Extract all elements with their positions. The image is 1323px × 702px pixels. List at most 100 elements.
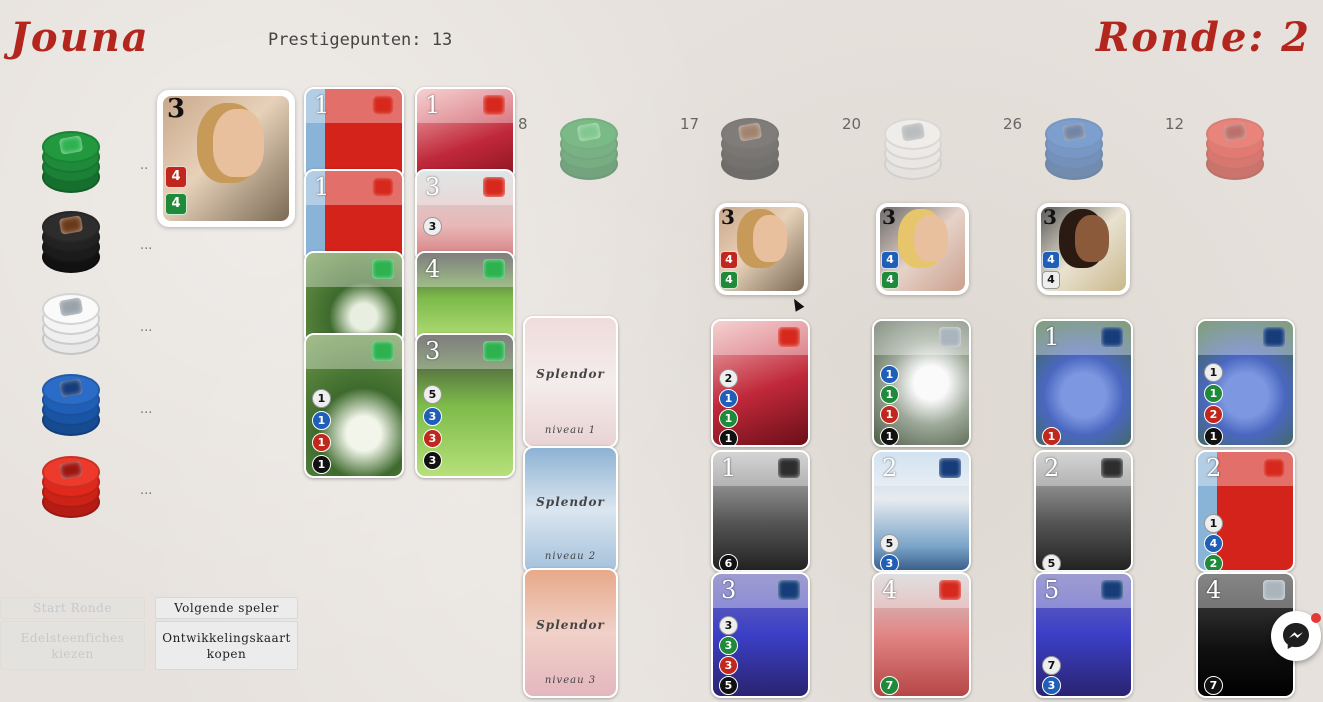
card-points: 1 <box>721 454 737 482</box>
market-card[interactable]: 1 6 <box>711 450 810 572</box>
emerald-bonus-icon <box>483 341 505 361</box>
player-card[interactable]: 1 1 1 1 <box>304 333 404 478</box>
deck-level: niveau 1 <box>544 425 597 436</box>
ruby-bonus-icon <box>939 580 961 600</box>
noble-cost-ruby: 4 <box>720 251 738 269</box>
player-card[interactable]: 1 <box>304 169 404 264</box>
cost-diamond: 1 <box>1204 363 1223 382</box>
card-points: 1 <box>314 91 330 119</box>
deck-title: Splendor <box>536 617 605 632</box>
ruby-bonus-icon <box>1263 458 1285 478</box>
deck-level-2[interactable]: Splendor niveau 2 <box>523 446 618 574</box>
noble-points: 3 <box>1043 205 1057 229</box>
card-points: 4 <box>1206 576 1222 604</box>
card-points: 1 <box>425 91 441 119</box>
noble-points: 3 <box>882 205 896 229</box>
cost-sapphire: 3 <box>1042 676 1061 695</box>
card-points: 3 <box>425 337 441 365</box>
player-card[interactable]: 3 5 3 3 3 <box>415 333 515 478</box>
emerald-supply-chip-icon[interactable] <box>560 112 620 182</box>
cost-ruby: 1 <box>880 405 899 424</box>
cost-onyx: 1 <box>880 427 899 445</box>
card-points: 2 <box>882 454 898 482</box>
player-card[interactable]: 1 <box>304 87 404 182</box>
prestige-label: Prestigepunten: <box>268 30 422 50</box>
sapphire-bonus-icon <box>1263 327 1285 347</box>
player-card[interactable]: 4 <box>415 251 515 346</box>
market-card[interactable]: 2 1 4 2 <box>1196 450 1295 572</box>
noble-card[interactable]: 3 4 4 <box>1037 203 1130 295</box>
card-points: 3 <box>425 173 441 201</box>
ruby-chip-icon <box>42 450 102 520</box>
market-card[interactable]: 3 3 3 3 5 <box>711 572 810 698</box>
cost-diamond: 7 <box>1042 656 1061 675</box>
noble-cost-emerald: 4 <box>720 271 738 289</box>
market-card[interactable]: 5 7 3 <box>1034 572 1133 698</box>
cost-sapphire: 3 <box>880 554 899 570</box>
noble-cost-sapphire: 4 <box>881 251 899 269</box>
player-card[interactable] <box>304 251 404 346</box>
start-round-button[interactable]: Start Ronde <box>0 597 145 619</box>
deck-level: niveau 2 <box>544 551 597 562</box>
market-card[interactable]: 4 7 <box>872 572 971 698</box>
emerald-chip-count: .. <box>140 158 149 173</box>
choose-gems-button[interactable]: Edelsteenfiches kiezen <box>0 621 145 670</box>
notification-dot <box>1311 613 1321 623</box>
onyx-chip-icon <box>42 205 102 275</box>
cost-sapphire: 1 <box>880 365 899 384</box>
deck-level-3[interactable]: Splendor niveau 3 <box>523 568 618 698</box>
noble-card[interactable]: 3 4 4 <box>876 203 969 295</box>
cost-onyx: 1 <box>312 455 331 474</box>
ruby-bonus-icon <box>372 177 394 197</box>
emerald-bonus-icon <box>483 259 505 279</box>
onyx-supply-chip-icon[interactable] <box>721 112 781 182</box>
deck-level-1[interactable]: Splendor niveau 1 <box>523 316 618 448</box>
messenger-icon[interactable] <box>1271 611 1321 661</box>
card-points: 4 <box>425 255 441 283</box>
deck-title: Splendor <box>536 495 605 510</box>
diamond-supply-chip-icon[interactable] <box>884 112 944 182</box>
cost-sapphire: 3 <box>423 407 442 426</box>
player-card[interactable]: 3 3 <box>415 169 515 264</box>
diamond-chip-icon <box>42 287 102 357</box>
sapphire-supply-chip-icon[interactable] <box>1045 112 1105 182</box>
cost-onyx: 1 <box>1204 427 1223 445</box>
player-card[interactable]: 1 <box>415 87 515 182</box>
market-card[interactable]: 2 5 3 <box>872 450 971 572</box>
cost-onyx: 7 <box>1204 676 1223 695</box>
emerald-chip-icon <box>42 125 102 195</box>
card-points: 5 <box>1044 576 1060 604</box>
cost-diamond: 3 <box>423 217 442 236</box>
market-card[interactable]: 1 1 1 1 <box>872 319 971 447</box>
noble-cost-sapphire: 4 <box>1042 251 1060 269</box>
round-label: Ronde: <box>1096 14 1266 61</box>
card-points: 4 <box>882 576 898 604</box>
onyx-bonus-icon <box>778 458 800 478</box>
noble-cost-ruby: 4 <box>165 166 187 188</box>
market-card[interactable]: 2 1 1 1 <box>711 319 810 447</box>
card-points: 2 <box>1044 454 1060 482</box>
market-card[interactable]: 1 1 2 1 <box>1196 319 1295 447</box>
cost-diamond: 1 <box>312 389 331 408</box>
ruby-bonus-icon <box>778 327 800 347</box>
cost-ruby: 1 <box>312 433 331 452</box>
market-card[interactable]: 1 1 <box>1034 319 1133 447</box>
round-display: Ronde: 2 <box>1096 14 1311 61</box>
prestige-display: Prestigepunten: 13 <box>268 30 452 50</box>
noble-cost-diamond: 4 <box>1042 271 1060 289</box>
cost-diamond: 2 <box>719 369 738 388</box>
cost-diamond: 1 <box>1204 514 1223 533</box>
diamond-chip-count: ... <box>140 320 153 335</box>
card-points: 3 <box>721 576 737 604</box>
diamond-bonus-icon <box>1263 580 1285 600</box>
player-noble-card[interactable]: 3 4 4 <box>157 90 295 227</box>
noble-points: 3 <box>167 94 186 124</box>
noble-card[interactable]: 3 4 4 <box>715 203 808 295</box>
sapphire-bonus-icon <box>778 580 800 600</box>
onyx-bonus-icon <box>1101 458 1123 478</box>
deck-title: Splendor <box>536 366 605 381</box>
buy-card-button[interactable]: Ontwikkelingskaart kopen <box>155 621 298 670</box>
market-card[interactable]: 2 5 <box>1034 450 1133 572</box>
ruby-supply-chip-icon[interactable] <box>1206 112 1266 182</box>
next-player-button[interactable]: Volgende speler <box>155 597 298 619</box>
